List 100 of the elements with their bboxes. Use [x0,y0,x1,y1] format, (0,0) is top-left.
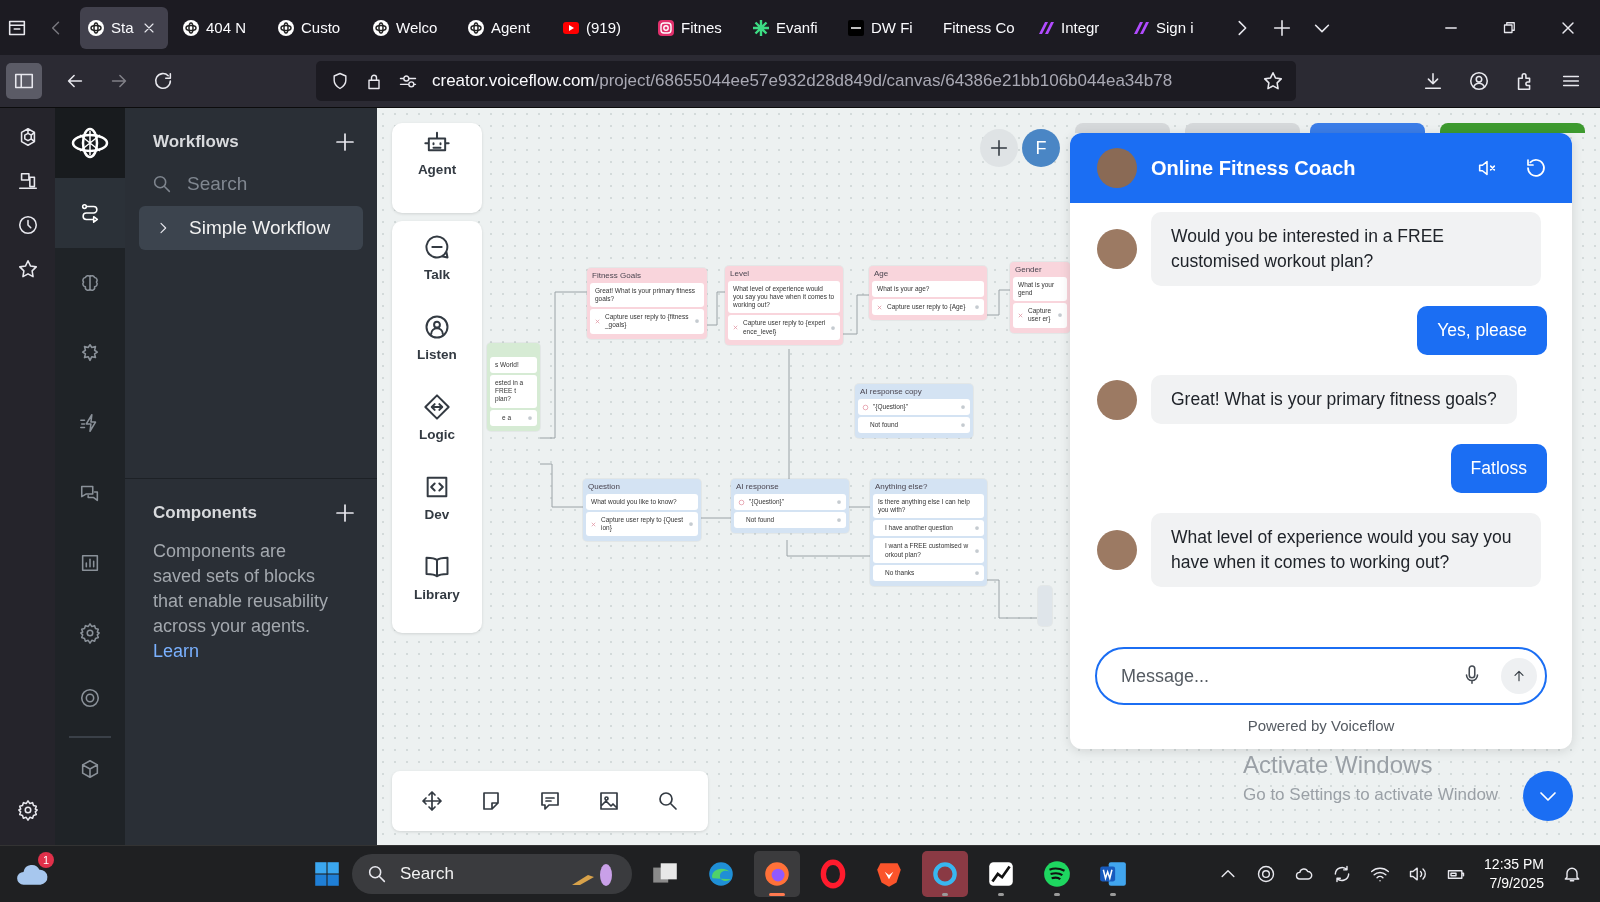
browser-tab[interactable]: 404 N [175,6,263,49]
word-icon[interactable] [1098,859,1128,889]
tab-title: Agent [491,19,531,36]
tab-title: Sta [111,19,134,36]
download-icon[interactable] [1422,70,1444,92]
node-title: Fitness Goals [591,270,642,281]
url-text[interactable]: creator.voiceflow.com/project/68655044ee57e932d28d849d/canvas/64386e21bb106b044ea34b78 [432,71,1173,91]
user-avatar[interactable]: F [1022,129,1060,167]
firefox-icon[interactable] [762,859,792,889]
browser-tab[interactable]: Evanfi [745,6,833,49]
weather-widget[interactable]: 1 [12,854,52,894]
step-tool[interactable]: Logic [419,393,455,473]
opera-icon[interactable] [818,859,848,889]
avatar [1097,229,1137,269]
taskbar-search-field[interactable]: Search [352,854,632,894]
connector-line [986,579,1038,619]
plus-icon[interactable] [988,137,1010,159]
step-tool[interactable]: Talk [423,233,451,313]
connector-line [700,517,732,519]
workflow-item[interactable]: Simple Workflow [139,206,363,250]
search-field[interactable]: Search [185,172,339,196]
tab-title: Welco [396,19,438,36]
brain-icon[interactable] [79,272,101,294]
account-icon[interactable] [1468,70,1490,92]
ai-icon [862,403,869,411]
browser-tab[interactable]: Sign i [1125,6,1213,49]
search-input[interactable]: Search [398,863,552,885]
address-bar[interactable]: creator.voiceflow.com/project/68655044ee57e932d28d849d/canvas/64386e21bb106b044ea34b78 [316,61,1296,101]
reset-icon[interactable] [1524,156,1548,180]
message-input[interactable]: Message... [1119,664,1443,688]
add-icon[interactable] [333,501,357,525]
browser-tab[interactable]: Fitness Co [935,6,1023,49]
nav-item[interactable] [55,178,125,248]
arrow-up-icon[interactable] [1511,668,1527,684]
agent-step[interactable]: Agent [417,128,457,208]
tab-title: Fitness Co [943,19,1015,36]
bot-message: What level of experience would you say you have when it comes to working out? [1151,513,1541,587]
clock-time[interactable]: 12:35 PM [1484,855,1544,874]
browser-tab[interactable]: Integr [1030,6,1118,49]
browser-tab[interactable]: Agent [460,6,548,49]
spotify-icon[interactable] [1042,859,1072,889]
chart-icon[interactable] [986,859,1016,889]
start-icon[interactable] [312,859,342,889]
target-icon[interactable] [79,687,101,709]
browser-tab[interactable]: Fitnes [650,6,738,49]
shield-icon[interactable] [330,71,350,91]
tab-title: (919) [586,19,622,36]
reload-icon[interactable] [152,70,174,92]
sidebar-button[interactable] [6,63,42,99]
badge-icon[interactable] [79,342,101,364]
asterisk-icon [753,19,769,36]
square-icon [848,19,864,36]
connector-line [986,289,1011,316]
avatar [1097,148,1137,188]
bookmarks-star-icon[interactable] [16,258,39,280]
cube-icon[interactable] [79,758,101,780]
edge-icon[interactable] [706,859,736,889]
bot-message: Great! What is your primary fitness goals? [1151,375,1517,424]
chat-title: Online Fitness Coach [1151,156,1357,180]
bookmark-star-icon[interactable] [1262,70,1284,92]
send-button[interactable] [1501,658,1537,694]
logo-cell[interactable] [55,108,125,178]
connector-line [848,506,871,508]
capture-icon [732,324,739,331]
browser-tab[interactable]: (919) [555,6,643,49]
move-icon[interactable] [419,789,444,813]
chat-toggle-button[interactable] [1523,771,1573,821]
avatar [1097,379,1137,420]
logo-icon [88,19,104,36]
message-field[interactable]: Message... [1095,647,1547,705]
person-icon[interactable] [423,313,451,341]
header-button[interactable] [1310,123,1425,133]
search-icon [366,863,388,885]
node-title: Level [729,268,751,279]
speech-bubble-icon[interactable] [423,233,451,261]
node-title: Anything else? [874,481,929,492]
step-tool[interactable]: Listen [417,313,457,393]
ring-icon[interactable] [1256,864,1277,884]
diamond-icon[interactable] [423,393,451,421]
add-button[interactable] [980,129,1018,167]
browser-tab[interactable]: Sta [80,6,168,49]
browser-tab[interactable]: Welco [365,6,453,49]
flower-logo-icon[interactable] [70,127,110,159]
history-icon[interactable] [16,214,39,236]
flow-node[interactable] [1038,586,1052,626]
step-tool[interactable]: Library [414,553,460,633]
learn-link[interactable]: Learn [153,641,200,661]
search-icon [151,173,173,195]
browser-tab[interactable]: Custo [270,6,358,49]
bot-message: Would you be interested in a FREE customised workout plan? [1151,212,1541,286]
browser-tab[interactable]: DW Fi [840,6,928,49]
devices-icon[interactable] [16,170,39,192]
clock-date[interactable]: 7/9/2025 [1489,874,1544,893]
slash-icon [1038,19,1054,36]
route-icon[interactable] [79,202,101,224]
slash-icon [1133,19,1149,36]
step-tool[interactable]: Dev [423,473,451,553]
add-icon[interactable] [333,130,357,154]
components-description: Components are saved sets of blocks that enable reusability across your agents. Learn [153,540,330,663]
connector-line [539,463,584,508]
